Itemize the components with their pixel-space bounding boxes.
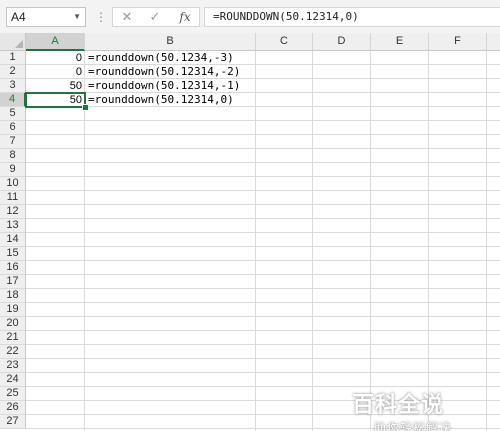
row-header-20[interactable]: 20 <box>0 317 26 331</box>
row-header-6[interactable]: 6 <box>0 121 26 135</box>
row-header-22[interactable]: 22 <box>0 345 26 359</box>
row-gridline <box>26 288 500 289</box>
row-gridline <box>26 232 500 233</box>
row-gridline <box>26 358 500 359</box>
row-gridline <box>26 134 500 135</box>
row-header-26[interactable]: 26 <box>0 401 26 415</box>
column-gridline <box>255 51 256 431</box>
fill-handle[interactable] <box>82 104 89 111</box>
row-gridline <box>26 218 500 219</box>
name-box[interactable]: A4 ▼ <box>6 7 86 27</box>
select-all-corner[interactable] <box>0 33 26 51</box>
row-header-25[interactable]: 25 <box>0 387 26 401</box>
row-header-9[interactable]: 9 <box>0 163 26 177</box>
row-gridline <box>26 246 500 247</box>
row-header-10[interactable]: 10 <box>0 177 26 191</box>
column-gridline <box>370 51 371 431</box>
formula-bar: A4 ▼ ⋮ ✕ ✓ fx =ROUNDDOWN(50.12314,0) <box>0 0 500 33</box>
cell-b1[interactable]: =rounddown(50.1234,-3) <box>85 51 234 65</box>
cell-b3[interactable]: =rounddown(50.12314,-1) <box>85 79 240 93</box>
watermark-title: 百科全说 <box>352 392 445 417</box>
spreadsheet-grid: A B C D E F 1 2 3 4 5 6 7 8 9 10 11 12 13 14 15 16 17 18 1… <box>0 33 500 431</box>
row-gridline <box>26 204 500 205</box>
row-gridline <box>26 190 500 191</box>
more-options-icon[interactable]: ⋮ <box>95 9 107 25</box>
insert-function-icon[interactable]: fx <box>175 8 195 26</box>
row-gridline <box>26 372 500 373</box>
row-gridline <box>26 260 500 261</box>
row-header-21[interactable]: 21 <box>0 331 26 345</box>
column-header-f[interactable]: F <box>429 33 487 51</box>
row-header-12[interactable]: 12 <box>0 205 26 219</box>
row-header-8[interactable]: 8 <box>0 149 26 163</box>
row-header-7[interactable]: 7 <box>0 135 26 149</box>
column-header-a[interactable]: A <box>26 33 85 51</box>
cell-b4[interactable]: =rounddown(50.12314,0) <box>85 93 234 107</box>
row-header-1[interactable]: 1 <box>0 51 26 65</box>
cell-a2[interactable]: 0 <box>26 65 85 79</box>
row-header-17[interactable]: 17 <box>0 275 26 289</box>
row-gridline <box>26 120 500 121</box>
chevron-down-icon[interactable]: ▼ <box>73 8 81 26</box>
watermark: 百科全说 助你轻松解决 <box>352 387 492 431</box>
row-header-18[interactable]: 18 <box>0 289 26 303</box>
column-header-c[interactable]: C <box>256 33 313 51</box>
formula-actions: ✕ ✓ fx <box>112 7 200 27</box>
row-header-23[interactable]: 23 <box>0 359 26 373</box>
row-header-13[interactable]: 13 <box>0 219 26 233</box>
row-gridline <box>26 162 500 163</box>
column-header-overflow <box>487 33 500 51</box>
row-gridline <box>26 176 500 177</box>
row-header-4[interactable]: 4 <box>0 93 26 107</box>
cell-b2[interactable]: =rounddown(50.12314,-2) <box>85 65 240 79</box>
cell-area[interactable]: 0 0 50 50 =rounddown(50.1234,-3) =roundd… <box>25 51 500 431</box>
column-gridline <box>312 51 313 431</box>
column-header-b[interactable]: B <box>85 33 256 51</box>
row-gridline <box>26 316 500 317</box>
row-header-2[interactable]: 2 <box>0 65 26 79</box>
row-header-27[interactable]: 27 <box>0 415 26 429</box>
row-gridline <box>26 148 500 149</box>
row-header-3[interactable]: 3 <box>0 79 26 93</box>
formula-input[interactable]: =ROUNDDOWN(50.12314,0) <box>204 7 500 27</box>
cell-a1[interactable]: 0 <box>26 51 85 65</box>
column-gridline <box>486 51 487 431</box>
enter-icon[interactable]: ✓ <box>145 8 165 26</box>
row-header-5[interactable]: 5 <box>0 107 26 121</box>
row-gridline <box>26 344 500 345</box>
column-header-d[interactable]: D <box>313 33 371 51</box>
row-gridline <box>26 274 500 275</box>
row-gridline <box>26 330 500 331</box>
row-header-16[interactable]: 16 <box>0 261 26 275</box>
watermark-subtitle: 助你轻松解决 <box>374 421 453 431</box>
row-header-15[interactable]: 15 <box>0 247 26 261</box>
row-header-19[interactable]: 19 <box>0 303 26 317</box>
cancel-icon[interactable]: ✕ <box>117 8 137 26</box>
cell-a3[interactable]: 50 <box>26 79 85 93</box>
selected-cell-indicator <box>25 92 86 108</box>
name-box-value: A4 <box>11 10 26 24</box>
column-header-e[interactable]: E <box>371 33 429 51</box>
column-gridline <box>428 51 429 431</box>
row-gridline <box>26 302 500 303</box>
row-header-14[interactable]: 14 <box>0 233 26 247</box>
row-header-11[interactable]: 11 <box>0 191 26 205</box>
select-all-icon <box>15 40 23 48</box>
row-header-24[interactable]: 24 <box>0 373 26 387</box>
